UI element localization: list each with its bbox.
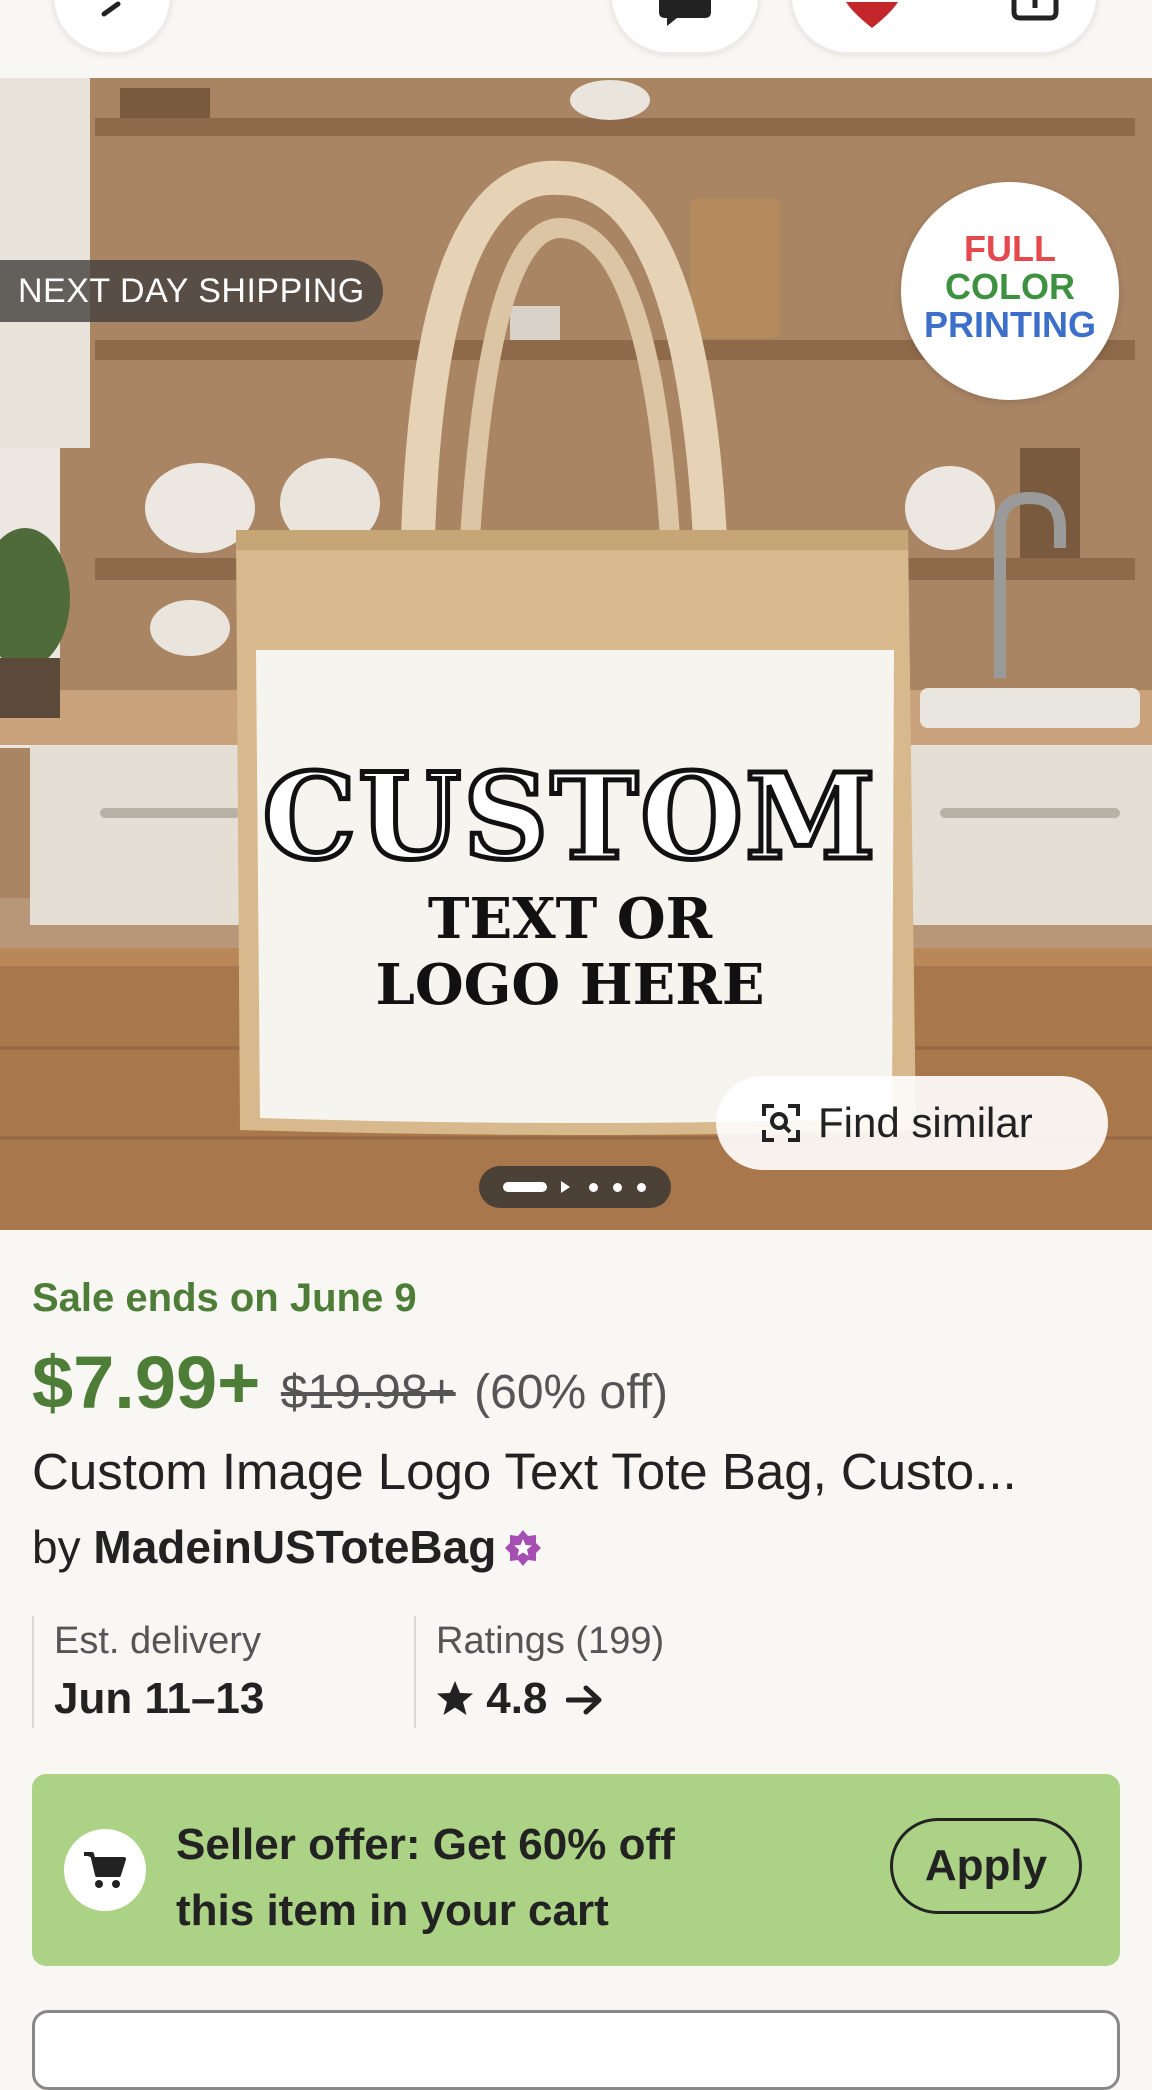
carousel-indicator[interactable] <box>479 1166 671 1208</box>
star-icon <box>437 1681 473 1715</box>
sale-ends-text: Sale ends on June 9 <box>32 1276 417 1320</box>
carousel-dot <box>589 1183 598 1192</box>
sale-price: $7.99+ <box>32 1341 261 1424</box>
video-play-icon <box>561 1181 570 1193</box>
estimated-delivery: Est. delivery Jun 11–13 <box>32 1616 414 1728</box>
carousel-dot-active <box>503 1182 547 1192</box>
carousel-dot <box>637 1183 646 1192</box>
price-row: $7.99+ $19.98+ (60% off) <box>32 1340 668 1430</box>
original-price: $19.98+ <box>280 1366 456 1419</box>
bag-print-line1: CUSTOM <box>262 747 877 886</box>
next-day-shipping-badge: NEXT DAY SHIPPING <box>0 260 383 322</box>
back-arrow-icon <box>101 1 121 17</box>
variation-select[interactable] <box>32 2010 1120 2090</box>
scan-icon <box>762 1104 800 1142</box>
heart-icon[interactable] <box>842 2 902 32</box>
delivery-dates: Jun 11–13 <box>54 1674 265 1723</box>
back-button[interactable] <box>52 0 172 54</box>
apply-offer-button[interactable]: Apply <box>890 1818 1082 1914</box>
message-icon <box>659 0 711 26</box>
listing-title[interactable]: Custom Image Logo Text Tote Bag, Custo..… <box>32 1442 1017 1501</box>
bag-print-line3: LOGO HERE <box>375 952 764 1018</box>
shop-name-link[interactable]: MadeinUSToteBag <box>93 1521 496 1573</box>
cart-icon <box>84 1852 126 1888</box>
carousel-dot <box>613 1183 622 1192</box>
rating-value: 4.8 <box>486 1674 548 1723</box>
printing-badge-line2: COLOR <box>945 266 1075 307</box>
ratings-link[interactable]: Ratings (199) 4.8 <box>414 1616 1116 1728</box>
delivery-label: Est. delivery <box>54 1620 261 1662</box>
share-icon[interactable] <box>1010 0 1060 38</box>
ratings-label: Ratings (199) <box>436 1620 665 1662</box>
bag-print-line2: TEXT OR <box>428 886 713 952</box>
full-color-printing-badge: FULL COLOR PRINTING <box>901 182 1119 400</box>
printing-badge-line1: FULL <box>964 228 1056 269</box>
favorite-share-group <box>790 0 1098 54</box>
discount-percent: (60% off) <box>474 1366 669 1419</box>
top-bar <box>0 0 1152 78</box>
find-similar-label: Find similar <box>818 1099 1033 1146</box>
star-seller-badge-icon <box>505 1530 542 1566</box>
seller-offer-text: Seller offer: Get 60% off this item in y… <box>176 1820 675 1935</box>
find-similar-button[interactable]: Find similar <box>716 1076 1108 1170</box>
rating-value-row: 4.8 <box>436 1674 604 1724</box>
by-label: by <box>32 1521 81 1573</box>
shop-byline[interactable]: by MadeinUSToteBag <box>32 1520 542 1574</box>
product-image-carousel[interactable]: CUSTOM TEXT OR LOGO HERE NEXT DAY SHIPPI… <box>0 78 1152 1230</box>
seller-offer-banner: Seller offer: Get 60% off this item in y… <box>32 1774 1120 1966</box>
delivery-ratings-row: Est. delivery Jun 11–13 Ratings (199) 4.… <box>32 1616 1120 1728</box>
arrow-right-icon <box>565 1685 602 1715</box>
message-seller-button[interactable] <box>610 0 760 54</box>
cart-icon-wrapper <box>64 1829 146 1911</box>
printing-badge-line3: PRINTING <box>923 304 1096 345</box>
